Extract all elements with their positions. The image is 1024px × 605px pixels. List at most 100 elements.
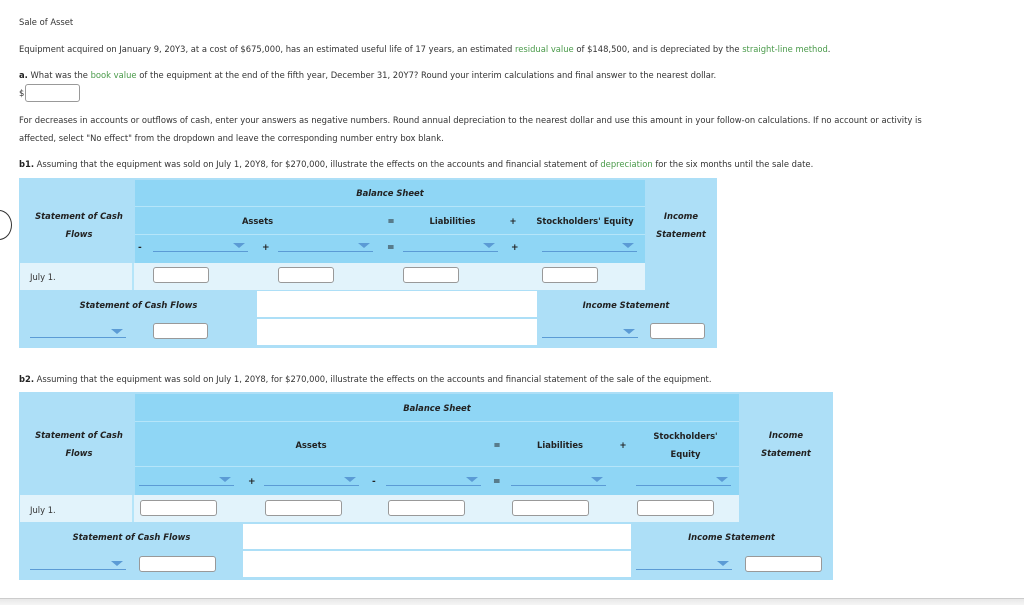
blank-area bbox=[243, 551, 631, 577]
question-text: for the six months until the sale date. bbox=[652, 159, 814, 169]
blank-area bbox=[257, 291, 537, 317]
b1-asset-account-dropdown-1[interactable] bbox=[153, 240, 248, 252]
b1-asset-amount-1[interactable] bbox=[153, 267, 209, 283]
b2-equity-header-line1: Stockholders' bbox=[653, 431, 718, 441]
b1-equals-sign: = bbox=[387, 216, 395, 226]
b1-liability-account-dropdown[interactable] bbox=[403, 240, 498, 252]
chevron-down-icon bbox=[358, 243, 370, 248]
b1-scf-footer-label: Statement of Cash Flows bbox=[79, 300, 198, 310]
horizontal-scrollbar[interactable] bbox=[0, 598, 1024, 605]
b1-liability-amount[interactable] bbox=[403, 267, 459, 283]
chevron-down-icon bbox=[111, 561, 123, 566]
b2-equity-header-line2: Equity bbox=[670, 449, 701, 459]
question-b1: b1. Assuming that the equipment was sold… bbox=[19, 159, 813, 169]
b1-cash-flow-activity-dropdown[interactable] bbox=[30, 326, 126, 338]
b2-cash-flow-activity-dropdown[interactable] bbox=[30, 558, 126, 570]
b2-income-statement-dropdown[interactable] bbox=[636, 558, 732, 570]
equals-operator: = bbox=[493, 477, 501, 487]
chevron-down-icon bbox=[591, 477, 603, 482]
intro-text: Equipment acquired on January 9, 20Y3, a… bbox=[19, 44, 830, 54]
b2-plus-sign: + bbox=[619, 440, 627, 450]
intro-part: . bbox=[827, 44, 831, 54]
b2-asset-amount-1[interactable] bbox=[140, 500, 217, 516]
b1-equity-header: Stockholders' Equity bbox=[536, 216, 634, 226]
depreciation-link[interactable]: depreciation bbox=[600, 159, 652, 169]
chevron-down-icon bbox=[623, 329, 635, 334]
b1-balance-sheet-header: Balance Sheet bbox=[356, 188, 424, 198]
b2-balance-sheet-header: Balance Sheet bbox=[403, 403, 471, 413]
divider bbox=[135, 234, 645, 235]
b1-asset-account-dropdown-2[interactable] bbox=[278, 240, 373, 252]
chevron-down-icon bbox=[344, 477, 356, 482]
book-value-input[interactable] bbox=[25, 84, 80, 102]
b2-liability-amount[interactable] bbox=[512, 500, 589, 516]
b2-income-statement-header: Income Statement bbox=[761, 430, 811, 458]
b1-liabilities-header: Liabilities bbox=[429, 216, 476, 226]
b1-equity-account-dropdown[interactable] bbox=[542, 240, 637, 252]
chevron-down-icon bbox=[466, 477, 478, 482]
b2-cash-flow-amount[interactable] bbox=[139, 556, 216, 572]
page-title: Sale of Asset bbox=[19, 17, 74, 27]
divider bbox=[132, 495, 134, 522]
question-text: What was the bbox=[27, 70, 91, 80]
divider bbox=[135, 421, 739, 422]
b2-equals-sign: = bbox=[493, 440, 501, 450]
equals-operator: = bbox=[387, 243, 395, 253]
b2-asset-account-dropdown-2[interactable] bbox=[264, 474, 359, 486]
b2-row-label: July 1. bbox=[30, 505, 56, 515]
intro-part: of $148,500, and is depreciated by the bbox=[573, 44, 743, 54]
intro-part: Equipment acquired on January 9, 20Y3, a… bbox=[19, 44, 515, 54]
question-b1-label: b1. bbox=[19, 159, 35, 169]
b1-income-statement-amount[interactable] bbox=[650, 323, 705, 339]
b1-is-footer-label: Income Statement bbox=[582, 300, 670, 310]
b1-income-statement-header: Income Statement bbox=[656, 211, 706, 239]
straight-line-method-link[interactable]: straight-line method bbox=[742, 44, 828, 54]
book-value-link[interactable]: book value bbox=[91, 70, 137, 80]
b1-scf-header: Statement of Cash Flows bbox=[35, 211, 123, 239]
b2-equity-account-dropdown[interactable] bbox=[636, 474, 731, 486]
question-a: a. What was the book value of the equipm… bbox=[19, 70, 716, 80]
b1-asset-amount-2[interactable] bbox=[278, 267, 334, 283]
blank-area bbox=[257, 319, 537, 345]
b2-asset-account-dropdown-3[interactable] bbox=[386, 474, 481, 486]
instructions-line-1: For decreases in accounts or outflows of… bbox=[19, 115, 922, 125]
b1-income-statement-dropdown[interactable] bbox=[542, 326, 638, 338]
chevron-down-icon bbox=[622, 243, 634, 248]
residual-value-link[interactable]: residual value bbox=[515, 44, 574, 54]
question-text: of the equipment at the end of the fifth… bbox=[136, 70, 717, 80]
b1-equity-amount[interactable] bbox=[542, 267, 598, 283]
question-b2-label: b2. bbox=[19, 374, 35, 384]
chevron-down-icon bbox=[483, 243, 495, 248]
b1-assets-header: Assets bbox=[241, 216, 274, 226]
b2-assets-header: Assets bbox=[295, 440, 327, 450]
currency-symbol: $ bbox=[19, 88, 25, 98]
b2-scf-footer-label: Statement of Cash Flows bbox=[72, 532, 191, 542]
b2-asset-amount-3[interactable] bbox=[388, 500, 465, 516]
b2-liabilities-header: Liabilities bbox=[536, 440, 583, 450]
blank-area bbox=[243, 524, 631, 549]
plus-operator: + bbox=[248, 477, 256, 487]
b2-asset-account-dropdown-1[interactable] bbox=[139, 474, 234, 486]
b2-equity-amount[interactable] bbox=[637, 500, 714, 516]
chevron-down-icon bbox=[716, 477, 728, 482]
chevron-down-icon bbox=[717, 561, 729, 566]
b2-scf-header: Statement of Cash Flows bbox=[35, 430, 123, 458]
question-a-label: a. bbox=[19, 70, 28, 80]
divider bbox=[135, 206, 645, 207]
question-text: Assuming that the equipment was sold on … bbox=[34, 159, 601, 169]
b2-asset-amount-2[interactable] bbox=[265, 500, 342, 516]
b2-income-statement-amount[interactable] bbox=[745, 556, 822, 572]
plus-operator: + bbox=[262, 243, 270, 253]
chevron-down-icon bbox=[219, 477, 231, 482]
b1-cash-flow-amount[interactable] bbox=[153, 323, 208, 339]
instructions-line-2: affected, select "No effect" from the dr… bbox=[19, 133, 444, 143]
divider bbox=[132, 263, 134, 290]
b2-liability-account-dropdown[interactable] bbox=[511, 474, 606, 486]
plus-operator: + bbox=[511, 243, 519, 253]
question-text: Assuming that the equipment was sold on … bbox=[34, 374, 712, 384]
circle-icon bbox=[0, 210, 12, 240]
minus-operator: - bbox=[138, 243, 142, 253]
chevron-down-icon bbox=[111, 329, 123, 334]
minus-operator: - bbox=[372, 477, 376, 487]
divider bbox=[135, 466, 739, 467]
